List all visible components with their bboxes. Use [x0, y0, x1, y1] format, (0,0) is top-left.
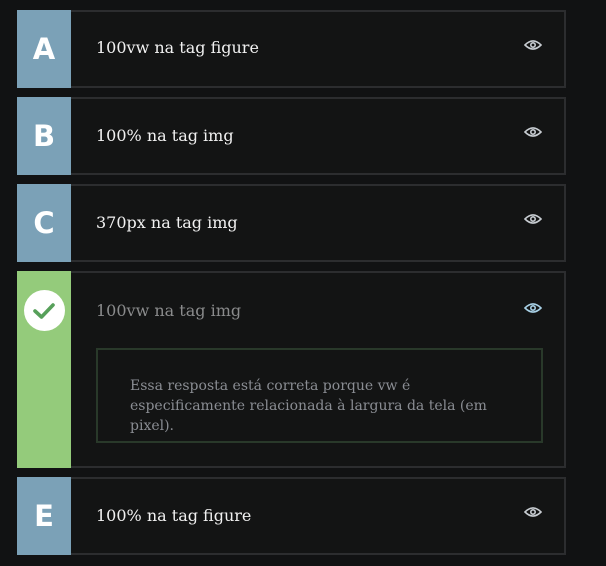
feedback-box: Essa resposta está correta porque vw é e… — [96, 348, 543, 443]
option-letter: A — [32, 31, 56, 66]
option-text: 100vw na tag figure — [96, 38, 259, 57]
answer-option-c[interactable]: C 370px na tag img — [17, 184, 566, 262]
eye-icon[interactable] — [524, 302, 542, 314]
option-letter: B — [32, 118, 56, 153]
answer-option-b[interactable]: B 100% na tag img — [17, 97, 566, 175]
option-letter: E — [34, 498, 54, 533]
option-text: 100% na tag figure — [96, 506, 252, 525]
answer-option-d-correct[interactable]: 100vw na tag img Essa resposta está corr… — [17, 271, 566, 468]
correct-badge — [17, 271, 71, 468]
answer-option-a[interactable]: A 100vw na tag figure — [17, 10, 566, 88]
option-letter-badge: A — [17, 10, 71, 88]
option-letter: C — [33, 205, 55, 240]
eye-icon[interactable] — [524, 39, 542, 51]
eye-icon[interactable] — [524, 213, 542, 225]
option-letter-badge: C — [17, 184, 71, 262]
check-icon — [23, 290, 65, 331]
eye-icon[interactable] — [524, 126, 542, 138]
option-text: 370px na tag img — [96, 213, 238, 232]
option-letter-badge: E — [17, 477, 71, 555]
eye-icon[interactable] — [524, 506, 542, 518]
option-letter-badge: B — [17, 97, 71, 175]
answer-options-list: A 100vw na tag figure B 100% na tag img … — [0, 0, 606, 566]
answer-option-e[interactable]: E 100% na tag figure — [17, 477, 566, 555]
feedback-text: Essa resposta está correta porque vw é e… — [130, 378, 487, 434]
option-text: 100vw na tag img — [96, 301, 242, 320]
option-text: 100% na tag img — [96, 126, 234, 145]
